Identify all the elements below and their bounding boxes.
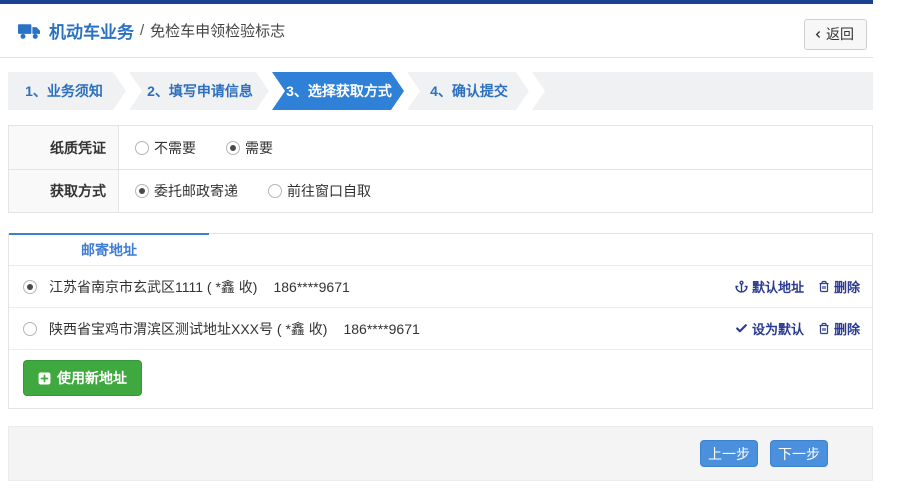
- step-2-fill-info[interactable]: 2、填写申请信息: [129, 72, 269, 110]
- step-label: 1、业务须知: [25, 81, 103, 101]
- radio-icon[interactable]: [226, 141, 240, 155]
- radio-option-window-pickup[interactable]: 前往窗口自取: [268, 181, 371, 201]
- address-text: 江苏省南京市玄武区1111 ( *鑫 收): [49, 277, 257, 297]
- step-label: 4、确认提交: [430, 81, 508, 101]
- button-label: 使用新地址: [57, 368, 127, 388]
- address-text: 陕西省宝鸡市渭滨区测试地址XXX号 ( *鑫 收): [49, 319, 327, 339]
- footer-action-bar: 上一步 下一步: [8, 426, 873, 481]
- radio-label: 前往窗口自取: [287, 181, 371, 201]
- address-panel: 邮寄地址 江苏省南京市玄武区1111 ( *鑫 收) 186****9671 默…: [8, 233, 873, 409]
- delete-address-link[interactable]: 删除: [818, 277, 860, 296]
- link-label: 默认地址: [752, 277, 804, 296]
- step-label: 3、选择获取方式: [286, 81, 392, 101]
- address-row-1: 江苏省南京市玄武区1111 ( *鑫 收) 186****9671 默认地址 删…: [9, 266, 872, 308]
- trash-icon: [818, 280, 830, 293]
- address-phone: 186****9671: [273, 279, 349, 295]
- address-tab-header: 邮寄地址: [9, 233, 872, 266]
- step-3-choose-method[interactable]: 3、选择获取方式: [272, 72, 404, 110]
- radio-option-no-need[interactable]: 不需要: [135, 138, 196, 158]
- radio-icon[interactable]: [135, 141, 149, 155]
- next-step-button[interactable]: 下一步: [770, 440, 828, 467]
- back-button[interactable]: 返回: [804, 19, 867, 50]
- page-title: 免检车申领检验标志: [150, 20, 285, 41]
- step-4-confirm-submit[interactable]: 4、确认提交: [407, 72, 529, 110]
- link-label: 删除: [834, 277, 860, 296]
- step-1-notice[interactable]: 1、业务须知: [8, 72, 126, 110]
- section-title: 机动车业务: [49, 18, 134, 43]
- radio-label: 不需要: [154, 138, 196, 158]
- truck-icon: [18, 22, 41, 40]
- radio-icon[interactable]: [268, 184, 282, 198]
- prev-step-button[interactable]: 上一步: [700, 440, 758, 467]
- radio-label: 委托邮政寄递: [154, 181, 238, 201]
- radio-label: 需要: [245, 138, 273, 158]
- steps-bar: 1、业务须知 2、填写申请信息 3、选择获取方式 4、确认提交: [8, 72, 873, 110]
- delete-address-link[interactable]: 删除: [818, 319, 860, 338]
- row-label: 纸质凭证: [9, 126, 119, 169]
- trash-icon: [818, 322, 830, 335]
- row-label: 获取方式: [9, 170, 119, 212]
- link-label: 删除: [834, 319, 860, 338]
- address-radio[interactable]: [23, 322, 37, 336]
- step-label: 2、填写申请信息: [147, 81, 253, 101]
- chevron-left-icon: [814, 29, 823, 40]
- address-radio[interactable]: [23, 280, 37, 294]
- anchor-icon: [735, 280, 748, 293]
- paper-voucher-row: 纸质凭证 不需要 需要: [9, 126, 872, 169]
- tab-mailing-address[interactable]: 邮寄地址: [9, 233, 209, 265]
- steps-bar-filler: [532, 72, 873, 110]
- plus-icon: [38, 372, 51, 385]
- radio-option-need[interactable]: 需要: [226, 138, 273, 158]
- default-address-link[interactable]: 默认地址: [735, 277, 804, 296]
- link-label: 设为默认: [752, 319, 804, 338]
- address-row-2: 陕西省宝鸡市渭滨区测试地址XXX号 ( *鑫 收) 186****9671 设为…: [9, 308, 872, 350]
- check-icon: [735, 322, 748, 335]
- add-new-address-button[interactable]: 使用新地址: [23, 360, 142, 396]
- page-header: 机动车业务 / 免检车申领检验标志 返回: [0, 4, 873, 58]
- page: 机动车业务 / 免检车申领检验标志 返回 1、业务须知 2、填写申请信息 3、选…: [0, 0, 874, 481]
- radio-icon[interactable]: [135, 184, 149, 198]
- obtain-method-row: 获取方式 委托邮政寄递 前往窗口自取: [9, 169, 872, 212]
- radio-option-postal-delivery[interactable]: 委托邮政寄递: [135, 181, 238, 201]
- set-default-link[interactable]: 设为默认: [735, 319, 804, 338]
- breadcrumb-separator: /: [140, 22, 144, 39]
- options-form: 纸质凭证 不需要 需要 获取方式 委托邮政寄递: [8, 125, 873, 213]
- back-button-label: 返回: [826, 24, 854, 44]
- address-phone: 186****9671: [343, 321, 419, 337]
